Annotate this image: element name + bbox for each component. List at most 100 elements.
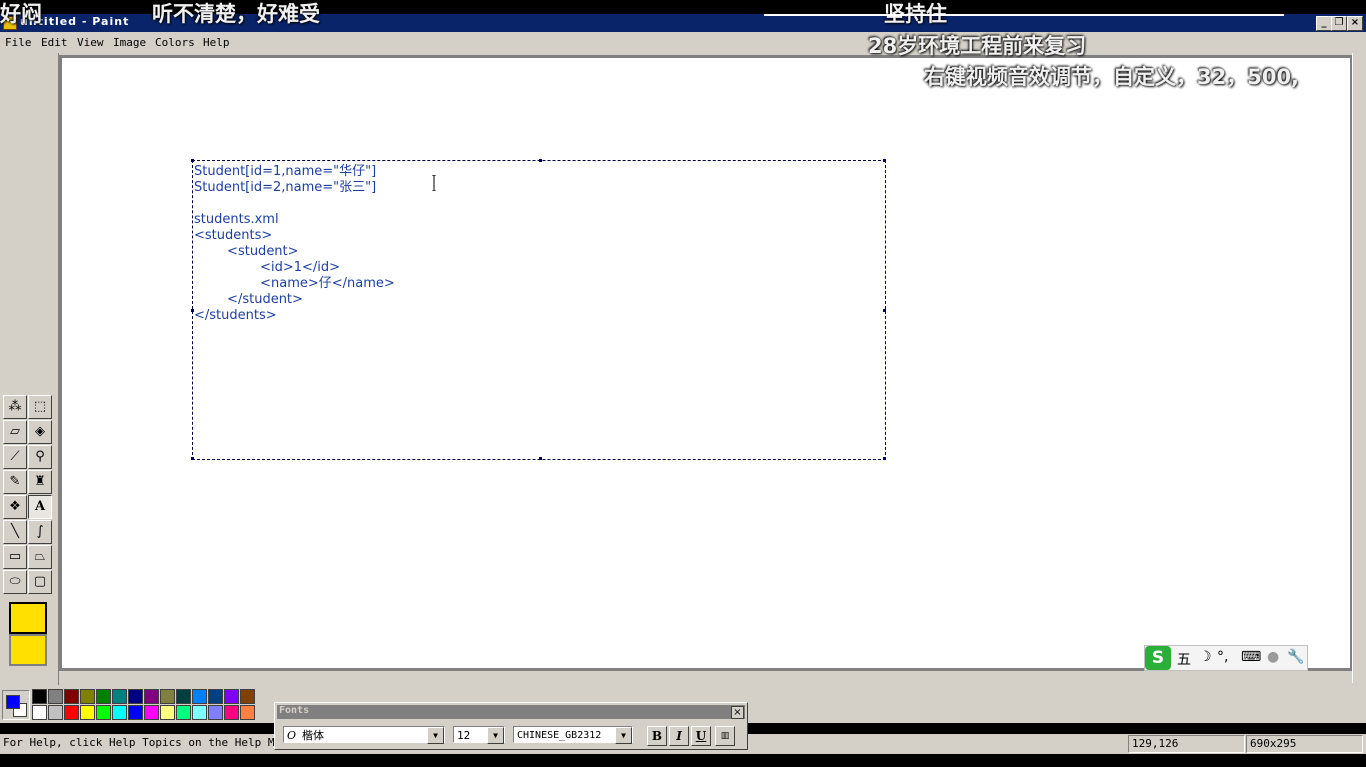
- palette-swatch[interactable]: [48, 705, 63, 720]
- text-line: students.xml: [194, 212, 279, 227]
- text-line: Student[id=1,name="华仔"]: [194, 164, 377, 179]
- status-selection-size: 690x295: [1246, 735, 1363, 753]
- text-line: <students>: [194, 228, 273, 243]
- palette-swatch[interactable]: [192, 689, 207, 704]
- font-size-select[interactable]: 12 ▼: [453, 726, 505, 744]
- menu-view[interactable]: View: [77, 36, 104, 49]
- foreground-color-swatch[interactable]: [6, 695, 20, 709]
- palette-swatch[interactable]: [80, 689, 95, 704]
- status-coordinates: 129,126: [1128, 735, 1245, 753]
- resize-handle[interactable]: [539, 457, 542, 460]
- canvas-text-content[interactable]: Student[id=1,name="华仔"] Student[id=2,name…: [194, 164, 884, 324]
- bold-button[interactable]: B: [647, 726, 667, 746]
- brush-tool-icon[interactable]: ♜: [28, 470, 52, 494]
- wrench-icon[interactable]: 🔧: [1287, 649, 1304, 665]
- palette-swatch[interactable]: [176, 705, 191, 720]
- fill-tool-icon[interactable]: ◈: [28, 420, 52, 444]
- menu-colors[interactable]: Colors: [155, 36, 195, 49]
- palette-swatch[interactable]: [160, 689, 175, 704]
- menu-file[interactable]: File: [5, 36, 32, 49]
- opaque-mode-icon[interactable]: [9, 602, 47, 634]
- menu-help[interactable]: Help: [203, 36, 230, 49]
- palette-swatch[interactable]: [48, 689, 63, 704]
- palette-swatch[interactable]: [240, 689, 255, 704]
- palette-swatch[interactable]: [192, 705, 207, 720]
- sogou-logo-icon[interactable]: S: [1145, 646, 1171, 670]
- ellipse-tool-icon[interactable]: ⬭: [3, 570, 27, 594]
- user-icon[interactable]: ●: [1267, 649, 1279, 665]
- airbrush-tool-icon[interactable]: ❖: [3, 495, 27, 519]
- free-select-tool-icon[interactable]: ⁂: [3, 395, 27, 419]
- magnifier-tool-icon[interactable]: ⚲: [28, 445, 52, 469]
- font-name-value: 楷体: [302, 729, 325, 742]
- chevron-down-icon[interactable]: ▼: [427, 727, 444, 744]
- resize-handle[interactable]: [883, 457, 886, 460]
- resize-handle[interactable]: [191, 159, 194, 162]
- fonts-toolbar: Fonts × O 楷体 ▼ 12 ▼ CHINESE_GB2312 ▼ B I …: [274, 702, 748, 750]
- chevron-down-icon[interactable]: ▼: [487, 727, 504, 744]
- palette-swatch[interactable]: [80, 705, 95, 720]
- pencil-tool-icon[interactable]: ✎: [3, 470, 27, 494]
- palette-swatch[interactable]: [64, 705, 79, 720]
- menu-edit[interactable]: Edit: [41, 36, 68, 49]
- font-name-select[interactable]: O 楷体 ▼: [283, 726, 445, 744]
- text-line: <student>: [194, 244, 299, 259]
- font-size-value: 12: [457, 729, 471, 742]
- menu-image[interactable]: Image: [113, 36, 146, 49]
- ime-mode[interactable]: 五: [1177, 649, 1191, 669]
- danmaku-comment: 右键视频音效调节，自定义，32，500,: [924, 65, 1300, 89]
- palette-swatch[interactable]: [224, 705, 239, 720]
- resize-handle[interactable]: [883, 159, 886, 162]
- rectangle-tool-icon[interactable]: ▭: [3, 545, 27, 569]
- fonts-close-button[interactable]: ×: [731, 706, 744, 719]
- moon-icon[interactable]: ☽: [1199, 649, 1212, 665]
- palette-swatch[interactable]: [128, 705, 143, 720]
- danmaku-comment: 28岁环境工程前来复习: [868, 34, 1087, 58]
- line-tool-icon[interactable]: ╲: [3, 520, 27, 544]
- danmaku-comment: 好闷: [0, 2, 42, 26]
- vertical-scrollbar[interactable]: [1352, 53, 1366, 683]
- menu-bar: File Edit View Image Colors Help: [0, 32, 1366, 53]
- palette-swatch[interactable]: [112, 705, 127, 720]
- palette-swatch[interactable]: [208, 689, 223, 704]
- palette-swatch[interactable]: [144, 689, 159, 704]
- chevron-down-icon[interactable]: ▼: [615, 727, 632, 744]
- palette-swatch[interactable]: [96, 705, 111, 720]
- palette-swatch[interactable]: [32, 689, 47, 704]
- palette-swatch[interactable]: [160, 705, 175, 720]
- curve-tool-icon[interactable]: ∫: [28, 520, 52, 544]
- palette-swatch[interactable]: [144, 705, 159, 720]
- minimize-button[interactable]: _: [1316, 16, 1332, 31]
- underline-button[interactable]: U: [691, 726, 711, 746]
- palette-swatch[interactable]: [128, 689, 143, 704]
- text-tool-icon[interactable]: A: [28, 495, 52, 519]
- polygon-tool-icon[interactable]: ⏢: [28, 545, 52, 569]
- ime-toolbar[interactable]: S 五 ☽ °, ⌨ ● 🔧: [1144, 645, 1308, 671]
- palette-swatch[interactable]: [96, 689, 111, 704]
- text-line: </students>: [194, 308, 277, 323]
- close-button[interactable]: ×: [1347, 16, 1363, 31]
- resize-handle[interactable]: [539, 159, 542, 162]
- palette-swatch[interactable]: [112, 689, 127, 704]
- rounded-rect-tool-icon[interactable]: ▢: [28, 570, 52, 594]
- pick-color-tool-icon[interactable]: ⟋: [3, 445, 27, 469]
- palette-swatch[interactable]: [64, 689, 79, 704]
- transparent-mode-icon[interactable]: [9, 634, 47, 666]
- palette-swatch[interactable]: [224, 689, 239, 704]
- palette-swatch[interactable]: [176, 689, 191, 704]
- vertical-text-button-icon[interactable]: ▥: [715, 726, 735, 746]
- font-script-select[interactable]: CHINESE_GB2312 ▼: [513, 726, 633, 744]
- palette-swatch[interactable]: [240, 705, 255, 720]
- text-line: <id>1</id>: [194, 260, 341, 275]
- rect-select-tool-icon[interactable]: ⬚: [28, 395, 52, 419]
- danmaku-comment: 听不清楚，好难受: [152, 2, 320, 26]
- palette-swatch[interactable]: [208, 705, 223, 720]
- resize-handle[interactable]: [191, 457, 194, 460]
- italic-button[interactable]: I: [669, 726, 689, 746]
- restore-button[interactable]: ❐: [1331, 16, 1347, 31]
- eraser-tool-icon[interactable]: ▱: [3, 420, 27, 444]
- ime-punctuation[interactable]: °,: [1217, 649, 1228, 665]
- text-line: </student>: [194, 292, 303, 307]
- palette-swatch[interactable]: [32, 705, 47, 720]
- keyboard-icon[interactable]: ⌨: [1241, 649, 1261, 665]
